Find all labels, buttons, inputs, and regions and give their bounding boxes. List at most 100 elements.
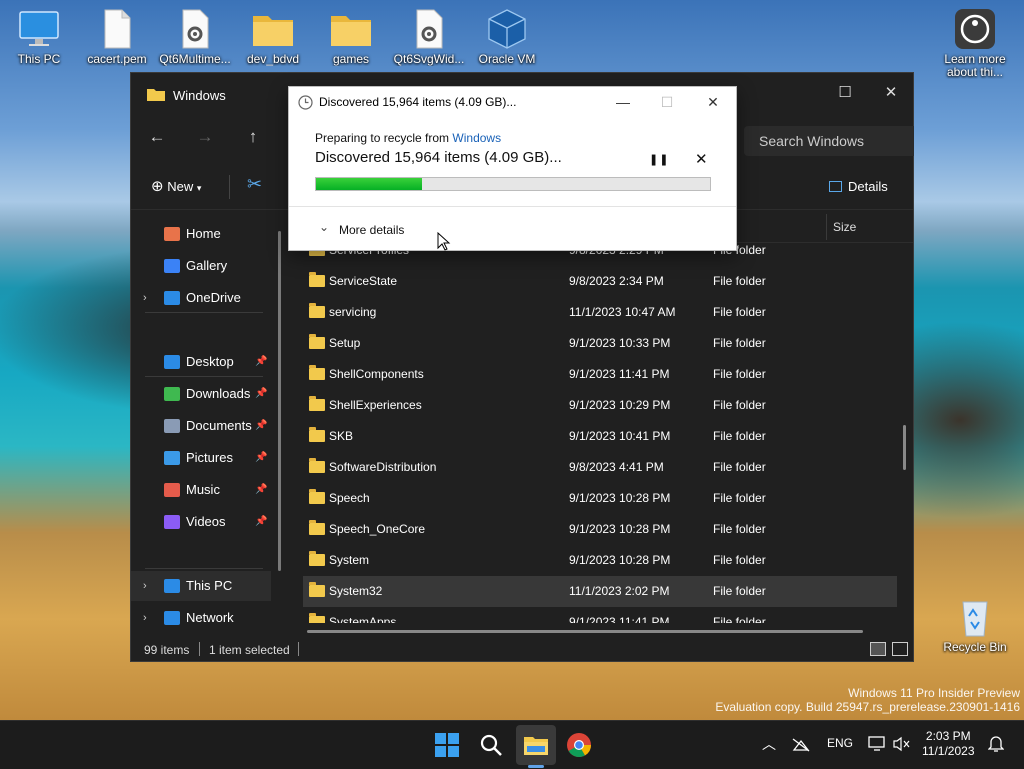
file-name: System (329, 553, 370, 567)
progress-bar (315, 177, 711, 191)
file-row[interactable]: ShellExperiences 9/1/2023 10:29 PM File fo… (303, 390, 897, 421)
pin-icon[interactable]: 📌 (255, 411, 267, 441)
desktop-icon-recycle-bin[interactable]: Recycle Bin (936, 596, 1014, 654)
file-row[interactable]: ServiceState 9/8/2023 2:34 PM File folder (303, 266, 897, 297)
file-row[interactable]: System32 11/1/2023 2:02 PM File folder (303, 576, 897, 607)
nav-scrollbar[interactable] (278, 231, 281, 571)
pin-icon[interactable]: 📌 (255, 443, 267, 473)
sidebar-item-label: Downloads (186, 386, 251, 401)
file-row[interactable]: servicing 11/1/2023 10:47 AM File folder (303, 297, 897, 328)
sidebar-item-pictures[interactable]: Pictures 📌 (131, 443, 271, 473)
settings-file-icon (407, 8, 451, 50)
desktop-icon-document[interactable]: cacert.pem (78, 8, 156, 66)
forward-arrow-icon[interactable]: → (191, 126, 219, 148)
sidebar-item-home[interactable]: Home (131, 219, 271, 249)
sidebar-item-this-pc[interactable]: › This PC (131, 571, 271, 601)
horizontal-scrollbar[interactable] (307, 630, 863, 633)
source-folder-link[interactable]: Windows (452, 131, 501, 145)
music-icon (164, 483, 180, 497)
file-date: 11/1/2023 10:47 AM (569, 305, 676, 319)
details-button[interactable]: Details (829, 179, 888, 194)
file-row[interactable]: Setup 9/1/2023 10:33 PM File folder (303, 328, 897, 359)
desktop-icon-settings-file[interactable]: Qt6Multime... (156, 8, 234, 66)
minimize-button[interactable]: — (605, 90, 641, 114)
desktop-icon-folder[interactable]: games (312, 8, 390, 66)
file-name: ServiceState (329, 274, 398, 288)
folder-icon (251, 8, 295, 50)
file-date: 9/1/2023 11:41 PM (569, 615, 670, 623)
sidebar-item-music[interactable]: Music 📌 (131, 475, 271, 505)
file-explorer-icon[interactable] (523, 732, 549, 758)
cancel-icon[interactable]: ✕ (695, 150, 708, 168)
sidebar-item-label: Music (186, 482, 220, 497)
sidebar-item-gallery[interactable]: Gallery (131, 251, 271, 281)
sidebar-item-documents[interactable]: Documents 📌 (131, 411, 271, 441)
chrome-icon[interactable] (566, 732, 592, 758)
chevron-right-icon[interactable]: › (143, 603, 147, 633)
progress-fill (316, 178, 423, 190)
system-clock[interactable]: 2:03 PM 11/1/2023 (922, 729, 975, 759)
close-button[interactable]: ✕ (869, 79, 913, 107)
this-pc-icon (164, 579, 180, 593)
sidebar-item-downloads[interactable]: Downloads 📌 (131, 379, 271, 409)
desktop-icon-learn-more[interactable]: Learn more about thi... (936, 8, 1014, 79)
file-name: Speech (329, 491, 370, 505)
file-row[interactable]: SoftwareDistribution 9/8/2023 4:41 PM File… (303, 452, 897, 483)
pause-icon[interactable]: ❚❚ (649, 153, 669, 166)
back-arrow-icon[interactable]: ← (143, 126, 171, 148)
desktop-icon-virtualbox[interactable]: Oracle VM (468, 8, 546, 66)
tiles-view-icon[interactable] (892, 642, 908, 656)
maximize-button[interactable]: ☐ (649, 90, 685, 114)
pin-icon[interactable]: 📌 (255, 475, 267, 505)
file-date: 9/1/2023 11:41 PM (569, 367, 670, 381)
vertical-scrollbar[interactable] (903, 425, 906, 470)
file-row[interactable]: Speech 9/1/2023 10:28 PM File folder (303, 483, 897, 514)
sidebar-item-videos[interactable]: Videos 📌 (131, 507, 271, 537)
close-button[interactable]: ✕ (695, 90, 731, 114)
folder-icon (309, 272, 325, 287)
display-icon[interactable] (868, 736, 886, 752)
column-size[interactable]: Size (833, 220, 856, 234)
pin-icon[interactable]: 📌 (255, 507, 267, 537)
file-row[interactable]: System 9/1/2023 10:28 PM File folder (303, 545, 897, 576)
volume-muted-icon[interactable] (893, 736, 911, 752)
desktop-icon-settings-file[interactable]: Qt6SvgWid... (390, 8, 468, 66)
file-row[interactable]: SKB 9/1/2023 10:41 PM File folder (303, 421, 897, 452)
new-button[interactable]: ⊕ New ▾ (151, 177, 201, 195)
search-icon[interactable] (478, 732, 504, 758)
chevron-right-icon[interactable]: › (143, 571, 147, 601)
desktop-icon (164, 355, 180, 369)
download-icon (164, 387, 180, 401)
plus-icon: ⊕ (151, 178, 164, 195)
file-row[interactable]: ShellComponents 9/1/2023 11:41 PM File fol… (303, 359, 897, 390)
windows-start-icon[interactable] (434, 732, 460, 758)
pictures-icon (164, 451, 180, 465)
desktop-icon-monitor[interactable]: This PC (0, 8, 78, 66)
network-disconnected-icon[interactable] (792, 738, 810, 752)
notification-bell-icon[interactable] (988, 735, 1004, 753)
home-icon (164, 227, 180, 241)
chevron-right-icon[interactable]: › (143, 283, 147, 313)
chevron-down-icon[interactable]: ⌄ (319, 220, 329, 234)
recycle-progress-dialog: Discovered 15,964 items (4.09 GB)... — ☐… (288, 86, 737, 251)
maximize-button[interactable]: ☐ (823, 79, 867, 107)
file-date: 9/1/2023 10:28 PM (569, 553, 671, 567)
pin-icon[interactable]: 📌 (255, 347, 267, 377)
file-row[interactable]: SystemApps 9/1/2023 11:41 PM File folder (303, 607, 897, 623)
chevron-up-icon[interactable]: ︿ (762, 734, 776, 754)
desktop-icon-folder[interactable]: dev_bdvd (234, 8, 312, 66)
more-details-button[interactable]: More details (339, 223, 404, 237)
desktop-icon-label: Recycle Bin (943, 641, 1007, 654)
details-view-icon[interactable] (870, 642, 886, 656)
up-arrow-icon[interactable]: ↑ (239, 126, 267, 148)
desktop-icon-label: games (332, 53, 370, 66)
sidebar-item-desktop[interactable]: Desktop 📌 (131, 347, 271, 377)
language-indicator[interactable]: ENG (827, 736, 853, 750)
pin-icon[interactable]: 📌 (255, 379, 267, 409)
sidebar-item-onedrive[interactable]: › OneDrive (131, 283, 271, 313)
discovered-status: Discovered 15,964 items (4.09 GB)... (315, 149, 562, 166)
cut-icon[interactable]: ✂ (247, 174, 262, 195)
search-input[interactable]: Search Windows (744, 126, 914, 156)
sidebar-item-network[interactable]: › Network (131, 603, 271, 633)
file-row[interactable]: Speech_OneCore 9/1/2023 10:28 PM File fold… (303, 514, 897, 545)
